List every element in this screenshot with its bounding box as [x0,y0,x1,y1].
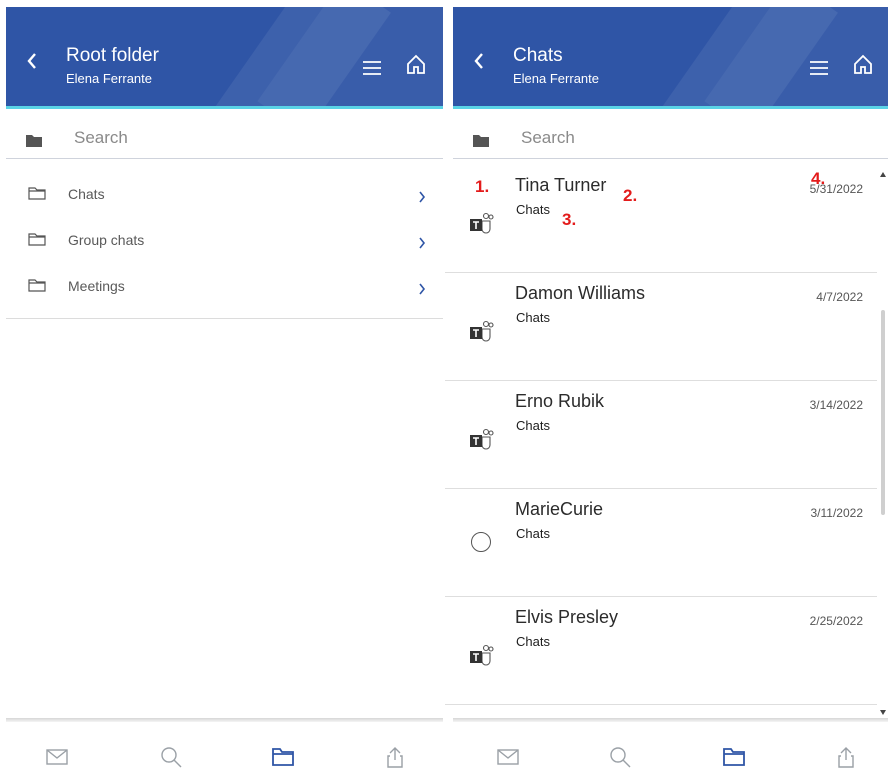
chat-date: 4/7/2022 [816,290,863,304]
teams-icon [470,320,494,342]
folder-icon[interactable] [272,746,294,768]
search-bar[interactable]: Search [453,118,888,159]
scrollbar[interactable] [878,170,888,720]
chat-name: Tina Turner [515,175,607,195]
hamburger-menu-icon[interactable] [363,61,381,75]
folder-icon [473,135,489,147]
chat-folder-label: Chats [516,202,550,217]
annotation-1: 1. [475,177,490,196]
chats-panel: Chats Elena Ferrante Search Tina Turner … [445,0,888,776]
search-bar[interactable]: Search [6,118,443,159]
chat-folder-label: Chats [516,634,550,649]
teams-icon [470,212,494,234]
annotation-2: 2. [623,186,638,205]
search-icon[interactable] [160,746,182,768]
chat-folder-label: Chats [516,418,550,433]
chat-date: 2/25/2022 [809,614,863,628]
header-accent-line [6,106,443,109]
hamburger-menu-icon[interactable] [810,61,828,75]
mail-icon[interactable] [46,746,68,768]
scroll-thumb[interactable] [881,310,885,515]
chat-date: 3/14/2022 [809,398,863,412]
folder-icon [28,233,46,246]
scroll-down-arrow-icon[interactable] [880,710,886,715]
header-accent-line [453,106,888,109]
annotation-4: 4. [811,169,826,188]
teams-icon [470,428,494,450]
folder-icon [28,187,46,200]
chat-folder-label: Chats [516,310,550,325]
folder-label: Chats [68,186,105,202]
scroll-up-arrow-icon[interactable] [880,172,886,177]
search-placeholder[interactable]: Search [74,128,128,148]
chat-folder-label: Chats [516,526,550,541]
share-icon[interactable] [384,746,406,768]
chevron-right-icon [419,191,426,203]
tabbar-divider [453,718,888,722]
header-bar: Root folder Elena Ferrante [6,7,443,106]
root-folder-panel: Root folder Elena Ferrante Search Chats … [0,0,443,776]
mail-icon[interactable] [497,746,519,768]
chevron-right-icon [419,237,426,249]
chat-row-damon-williams[interactable]: Damon Williams Chats 4/7/2022 [445,272,877,381]
folder-item-meetings[interactable]: Meetings [6,262,443,308]
tabbar-divider [6,718,443,722]
user-name: Elena Ferrante [66,71,152,86]
folder-icon [26,135,42,147]
chat-row-erno-rubik[interactable]: Erno Rubik Chats 3/14/2022 [445,380,877,489]
folder-icon [28,279,46,292]
chat-name: Erno Rubik [515,391,605,411]
chat-name: Damon Williams [515,283,646,303]
annotation-3: 3. [562,210,577,229]
chat-name: MarieCurie [515,499,604,519]
back-arrow-icon[interactable] [26,51,38,71]
user-name: Elena Ferrante [513,71,599,86]
chat-row-mariecurie[interactable]: MarieCurie Chats 3/11/2022 [445,488,877,597]
folder-item-group-chats[interactable]: Group chats [6,216,443,262]
list-divider [6,318,443,319]
circle-icon [471,532,491,552]
chat-name: Elvis Presley [515,607,619,627]
folder-item-chats[interactable]: Chats [6,170,443,216]
share-icon[interactable] [835,746,857,768]
chevron-right-icon [419,283,426,295]
folder-label: Meetings [68,278,125,294]
folder-icon[interactable] [723,746,745,768]
page-title: Root folder [66,45,159,66]
search-placeholder[interactable]: Search [521,128,575,148]
search-icon[interactable] [609,746,631,768]
teams-icon [470,644,494,666]
page-title: Chats [513,45,563,66]
home-icon[interactable] [853,53,873,75]
home-icon[interactable] [406,53,426,75]
back-arrow-icon[interactable] [473,51,485,71]
chat-date: 3/11/2022 [810,506,864,520]
header-bar: Chats Elena Ferrante [453,7,888,106]
chat-row-elvis-presley[interactable]: Elvis Presley Chats 2/25/2022 [445,596,877,705]
folder-label: Group chats [68,232,145,248]
